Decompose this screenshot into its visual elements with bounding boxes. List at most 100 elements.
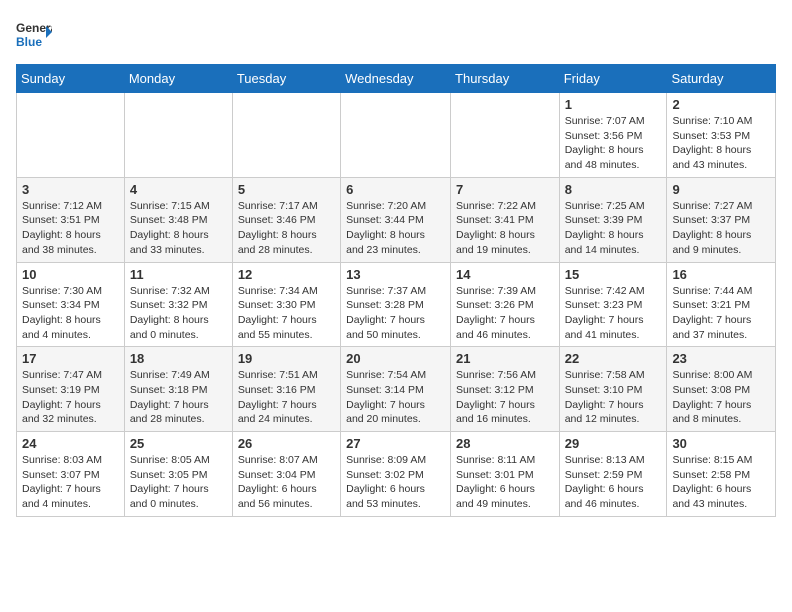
day-number: 25	[130, 436, 227, 451]
day-number: 14	[456, 267, 554, 282]
day-info: Sunrise: 7:10 AM Sunset: 3:53 PM Dayligh…	[672, 114, 770, 173]
day-info: Sunrise: 8:07 AM Sunset: 3:04 PM Dayligh…	[238, 453, 335, 512]
page-header: General Blue	[16, 16, 776, 52]
logo-svg: General Blue	[16, 16, 52, 52]
day-number: 27	[346, 436, 445, 451]
weekday-header-thursday: Thursday	[451, 65, 560, 93]
day-number: 13	[346, 267, 445, 282]
calendar-cell: 29 Sunrise: 8:13 AM Sunset: 2:59 PM Dayli…	[559, 432, 667, 517]
day-number: 24	[22, 436, 119, 451]
calendar-cell: 11 Sunrise: 7:32 AM Sunset: 3:32 PM Dayli…	[124, 262, 232, 347]
day-info: Sunrise: 7:25 AM Sunset: 3:39 PM Dayligh…	[565, 199, 662, 258]
day-number: 9	[672, 182, 770, 197]
calendar-cell	[341, 93, 451, 178]
calendar-cell: 25Sunrise: 8:05 AM Sunset: 3:05 PM Dayli…	[124, 432, 232, 517]
calendar-cell: 10 Sunrise: 7:30 AM Sunset: 3:34 PM Dayli…	[17, 262, 125, 347]
calendar-cell: 3 Sunrise: 7:12 AM Sunset: 3:51 PM Daylig…	[17, 177, 125, 262]
day-info: Sunrise: 8:03 AM Sunset: 3:07 PM Dayligh…	[22, 453, 119, 512]
day-number: 7	[456, 182, 554, 197]
day-number: 8	[565, 182, 662, 197]
calendar-cell: 30 Sunrise: 8:15 AM Sunset: 2:58 PM Dayli…	[667, 432, 776, 517]
calendar-cell: 18 Sunrise: 7:49 AM Sunset: 3:18 PM Dayli…	[124, 347, 232, 432]
day-number: 2	[672, 97, 770, 112]
calendar-cell: 9 Sunrise: 7:27 AM Sunset: 3:37 PM Daylig…	[667, 177, 776, 262]
day-info: Sunrise: 7:47 AM Sunset: 3:19 PM Dayligh…	[22, 368, 119, 427]
weekday-header-saturday: Saturday	[667, 65, 776, 93]
calendar-cell: 8 Sunrise: 7:25 AM Sunset: 3:39 PM Daylig…	[559, 177, 667, 262]
calendar-table: SundayMondayTuesdayWednesdayThursdayFrid…	[16, 64, 776, 517]
calendar-cell: 28Sunrise: 8:11 AM Sunset: 3:01 PM Dayli…	[451, 432, 560, 517]
day-info: Sunrise: 7:37 AM Sunset: 3:28 PM Dayligh…	[346, 284, 445, 343]
day-info: Sunrise: 7:32 AM Sunset: 3:32 PM Dayligh…	[130, 284, 227, 343]
day-info: Sunrise: 7:07 AM Sunset: 3:56 PM Dayligh…	[565, 114, 662, 173]
calendar-week-1: 1 Sunrise: 7:07 AM Sunset: 3:56 PM Daylig…	[17, 93, 776, 178]
calendar-cell	[451, 93, 560, 178]
calendar-cell: 24 Sunrise: 8:03 AM Sunset: 3:07 PM Dayli…	[17, 432, 125, 517]
calendar-cell: 15 Sunrise: 7:42 AM Sunset: 3:23 PM Dayli…	[559, 262, 667, 347]
day-number: 5	[238, 182, 335, 197]
calendar-cell: 1 Sunrise: 7:07 AM Sunset: 3:56 PM Daylig…	[559, 93, 667, 178]
calendar-cell: 2 Sunrise: 7:10 AM Sunset: 3:53 PM Daylig…	[667, 93, 776, 178]
day-number: 15	[565, 267, 662, 282]
day-number: 6	[346, 182, 445, 197]
calendar-week-5: 24 Sunrise: 8:03 AM Sunset: 3:07 PM Dayli…	[17, 432, 776, 517]
day-number: 28	[456, 436, 554, 451]
day-info: Sunrise: 7:51 AM Sunset: 3:16 PM Dayligh…	[238, 368, 335, 427]
weekday-header-tuesday: Tuesday	[232, 65, 340, 93]
calendar-cell: 19 Sunrise: 7:51 AM Sunset: 3:16 PM Dayli…	[232, 347, 340, 432]
day-number: 3	[22, 182, 119, 197]
calendar-week-4: 17 Sunrise: 7:47 AM Sunset: 3:19 PM Dayli…	[17, 347, 776, 432]
day-info: Sunrise: 8:09 AM Sunset: 3:02 PM Dayligh…	[346, 453, 445, 512]
day-number: 18	[130, 351, 227, 366]
day-info: Sunrise: 7:15 AM Sunset: 3:48 PM Dayligh…	[130, 199, 227, 258]
day-info: Sunrise: 7:49 AM Sunset: 3:18 PM Dayligh…	[130, 368, 227, 427]
calendar-week-2: 3 Sunrise: 7:12 AM Sunset: 3:51 PM Daylig…	[17, 177, 776, 262]
day-number: 16	[672, 267, 770, 282]
day-info: Sunrise: 8:15 AM Sunset: 2:58 PM Dayligh…	[672, 453, 770, 512]
day-number: 11	[130, 267, 227, 282]
day-number: 29	[565, 436, 662, 451]
calendar-cell: 5 Sunrise: 7:17 AM Sunset: 3:46 PM Daylig…	[232, 177, 340, 262]
calendar-cell	[17, 93, 125, 178]
day-info: Sunrise: 7:12 AM Sunset: 3:51 PM Dayligh…	[22, 199, 119, 258]
calendar-cell: 13 Sunrise: 7:37 AM Sunset: 3:28 PM Dayli…	[341, 262, 451, 347]
weekday-header-wednesday: Wednesday	[341, 65, 451, 93]
calendar-cell: 6Sunrise: 7:20 AM Sunset: 3:44 PM Daylig…	[341, 177, 451, 262]
day-info: Sunrise: 8:13 AM Sunset: 2:59 PM Dayligh…	[565, 453, 662, 512]
day-number: 30	[672, 436, 770, 451]
day-number: 17	[22, 351, 119, 366]
calendar-cell: 16 Sunrise: 7:44 AM Sunset: 3:21 PM Dayli…	[667, 262, 776, 347]
day-info: Sunrise: 7:58 AM Sunset: 3:10 PM Dayligh…	[565, 368, 662, 427]
calendar-cell: 22 Sunrise: 7:58 AM Sunset: 3:10 PM Dayli…	[559, 347, 667, 432]
svg-text:Blue: Blue	[16, 35, 42, 49]
day-info: Sunrise: 7:30 AM Sunset: 3:34 PM Dayligh…	[22, 284, 119, 343]
day-number: 1	[565, 97, 662, 112]
calendar-cell	[232, 93, 340, 178]
calendar-cell	[124, 93, 232, 178]
day-number: 12	[238, 267, 335, 282]
day-info: Sunrise: 7:42 AM Sunset: 3:23 PM Dayligh…	[565, 284, 662, 343]
weekday-header-friday: Friday	[559, 65, 667, 93]
day-number: 20	[346, 351, 445, 366]
calendar-cell: 14 Sunrise: 7:39 AM Sunset: 3:26 PM Dayli…	[451, 262, 560, 347]
calendar-week-3: 10 Sunrise: 7:30 AM Sunset: 3:34 PM Dayli…	[17, 262, 776, 347]
day-number: 23	[672, 351, 770, 366]
calendar-cell: 20 Sunrise: 7:54 AM Sunset: 3:14 PM Dayli…	[341, 347, 451, 432]
calendar-cell: 4 Sunrise: 7:15 AM Sunset: 3:48 PM Daylig…	[124, 177, 232, 262]
day-info: Sunrise: 7:17 AM Sunset: 3:46 PM Dayligh…	[238, 199, 335, 258]
weekday-header-monday: Monday	[124, 65, 232, 93]
day-number: 10	[22, 267, 119, 282]
day-info: Sunrise: 7:44 AM Sunset: 3:21 PM Dayligh…	[672, 284, 770, 343]
day-info: Sunrise: 7:39 AM Sunset: 3:26 PM Dayligh…	[456, 284, 554, 343]
day-info: Sunrise: 7:27 AM Sunset: 3:37 PM Dayligh…	[672, 199, 770, 258]
calendar-cell: 7Sunrise: 7:22 AM Sunset: 3:41 PM Daylig…	[451, 177, 560, 262]
calendar-cell: 12 Sunrise: 7:34 AM Sunset: 3:30 PM Dayli…	[232, 262, 340, 347]
day-info: Sunrise: 7:34 AM Sunset: 3:30 PM Dayligh…	[238, 284, 335, 343]
day-number: 22	[565, 351, 662, 366]
day-number: 4	[130, 182, 227, 197]
day-number: 21	[456, 351, 554, 366]
day-info: Sunrise: 7:54 AM Sunset: 3:14 PM Dayligh…	[346, 368, 445, 427]
day-number: 19	[238, 351, 335, 366]
weekday-header-sunday: Sunday	[17, 65, 125, 93]
day-info: Sunrise: 8:00 AM Sunset: 3:08 PM Dayligh…	[672, 368, 770, 427]
